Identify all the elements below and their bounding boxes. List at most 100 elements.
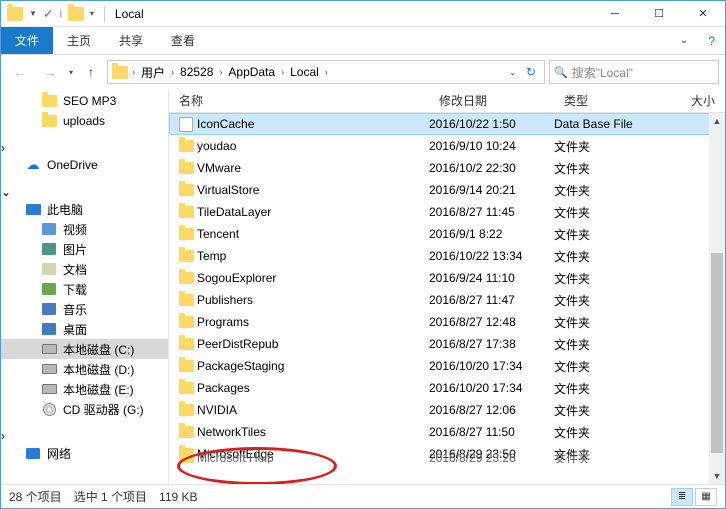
search-placeholder: 搜索"Local"	[572, 64, 633, 81]
file-row[interactable]: TileDataLayer2016/8/27 11:45文件夹	[169, 201, 725, 223]
qat-dropdown-icon[interactable]: ▼	[29, 9, 37, 18]
scroll-thumb[interactable]	[711, 253, 723, 453]
maximize-button[interactable]: ☐	[637, 1, 681, 27]
onedrive-icon: ☁	[25, 158, 41, 172]
view-icons-button[interactable]: ▦	[695, 488, 717, 506]
sidebar-item-pictures[interactable]: 图片	[1, 239, 168, 259]
column-size[interactable]: 大小	[664, 92, 725, 109]
address-bar[interactable]: › 用户 › 82528 › AppData › Local › ⌄ ↻	[107, 60, 545, 84]
file-type: 文件夹	[554, 160, 664, 177]
tab-home[interactable]: 主页	[53, 27, 105, 54]
close-button[interactable]: ✕	[681, 1, 725, 27]
minimize-button[interactable]: ─	[593, 1, 637, 27]
status-size: 119 KB	[159, 490, 197, 504]
folder-icon	[42, 95, 57, 107]
breadcrumb[interactable]: Local	[286, 65, 323, 79]
refresh-icon[interactable]: ↻	[522, 65, 540, 79]
forward-button[interactable]: →	[37, 59, 63, 85]
sidebar-item-desktop[interactable]: 桌面	[1, 319, 168, 339]
column-name[interactable]: 名称	[169, 92, 429, 109]
collapse-icon[interactable]: ⌄	[1, 185, 11, 199]
file-row[interactable]: NetworkTiles2016/8/27 11:50文件夹	[169, 421, 725, 443]
breadcrumb[interactable]: 82528	[176, 65, 217, 79]
sidebar-item-thispc[interactable]: 此电脑	[1, 199, 168, 219]
file-row[interactable]: Tencent2016/9/1 8:22文件夹	[169, 223, 725, 245]
sidebar-item-onedrive[interactable]: ☁OneDrive	[1, 155, 168, 175]
file-row[interactable]: Packages2016/10/20 17:34文件夹	[169, 377, 725, 399]
file-name: Tencent	[197, 227, 429, 241]
file-row[interactable]: Programs2016/8/27 12:48文件夹	[169, 311, 725, 333]
sidebar-item-network[interactable]: 网络	[1, 443, 168, 463]
app-icon	[7, 7, 23, 21]
sidebar-item-seo[interactable]: SEO MP3	[1, 91, 168, 111]
sidebar-item-music[interactable]: 音乐	[1, 299, 168, 319]
chevron-right-icon[interactable]: ›	[325, 67, 328, 77]
sidebar-item-drive-e[interactable]: 本地磁盘 (E:)	[1, 379, 168, 399]
chevron-right-icon[interactable]: ›	[132, 67, 135, 77]
file-type: 文件夹	[554, 182, 664, 199]
search-input[interactable]: 🔍 搜索"Local"	[549, 60, 719, 84]
file-row[interactable]: NVIDIA2016/8/27 12:06文件夹	[169, 399, 725, 421]
file-row[interactable]: Temp2016/10/22 13:34文件夹	[169, 245, 725, 267]
file-name: VMware	[197, 161, 429, 175]
file-icon	[179, 117, 193, 132]
chevron-right-icon[interactable]: ›	[281, 67, 284, 77]
chevron-right-icon[interactable]: ›	[219, 67, 222, 77]
scrollbar[interactable]: ▲ ▼	[709, 113, 725, 484]
chevron-right-icon[interactable]: ›	[171, 67, 174, 77]
sidebar-item-video[interactable]: 视频	[1, 219, 168, 239]
qat-check-icon[interactable]: ✓	[43, 6, 54, 22]
column-type[interactable]: 类型	[554, 92, 664, 109]
folder-icon	[179, 250, 194, 262]
sidebar-item-documents[interactable]: 文档	[1, 259, 168, 279]
file-row[interactable]: Publishers2016/8/27 11:47文件夹	[169, 289, 725, 311]
file-type: 文件夹	[554, 292, 664, 309]
qat-chevron-icon[interactable]: ▾	[90, 9, 94, 18]
address-folder-icon	[112, 66, 128, 79]
tab-file[interactable]: 文件	[1, 27, 53, 54]
file-date: 2016/10/20 17:34	[429, 359, 554, 373]
sidebar-item-cd[interactable]: CD 驱动器 (G:)	[1, 399, 168, 419]
view-details-button[interactable]: ≣	[671, 488, 693, 506]
history-dropdown-icon[interactable]: ▾	[67, 68, 75, 77]
file-list[interactable]: IconCache2016/10/22 1:50Data Base Fileyo…	[169, 113, 725, 484]
file-type: 文件夹	[554, 336, 664, 353]
tab-view[interactable]: 查看	[157, 27, 209, 54]
scroll-up-icon[interactable]: ▲	[709, 113, 725, 129]
sidebar-item-drive-c[interactable]: 本地磁盘 (C:)	[1, 339, 168, 359]
file-row[interactable]: SogouExplorer2016/9/24 11:10文件夹	[169, 267, 725, 289]
breadcrumb[interactable]: 用户	[137, 64, 169, 81]
file-row[interactable]: Microsoft Help2016/8/29 23:26文件夹	[169, 453, 725, 463]
downloads-icon	[42, 283, 56, 295]
scroll-down-icon[interactable]: ▼	[709, 468, 725, 484]
status-count: 28 个项目	[9, 488, 62, 505]
expand-icon[interactable]: ›	[1, 141, 5, 155]
ribbon-tabs: 文件 主页 共享 查看 ⌄ ?	[1, 27, 725, 55]
qat-folder-icon[interactable]	[68, 7, 84, 21]
address-dropdown-icon[interactable]: ⌄	[505, 68, 520, 77]
folder-icon	[179, 228, 194, 240]
file-row[interactable]: VMware2016/10/2 22:30文件夹	[169, 157, 725, 179]
expand-icon[interactable]: ›	[1, 429, 5, 443]
breadcrumb[interactable]: AppData	[224, 65, 279, 79]
sidebar-item-downloads[interactable]: 下载	[1, 279, 168, 299]
ribbon-expand-icon[interactable]: ⌄	[670, 35, 698, 46]
file-row[interactable]: IconCache2016/10/22 1:50Data Base File	[169, 113, 725, 135]
file-row[interactable]: VirtualStore2016/9/14 20:21文件夹	[169, 179, 725, 201]
up-button[interactable]: ↑	[79, 60, 103, 84]
help-icon[interactable]: ?	[698, 34, 725, 48]
file-row[interactable]: PeerDistRepub2016/8/27 17:38文件夹	[169, 333, 725, 355]
documents-icon	[42, 263, 56, 275]
tab-share[interactable]: 共享	[105, 27, 157, 54]
file-date: 2016/8/29 23:26	[429, 453, 554, 463]
file-type: 文件夹	[554, 226, 664, 243]
qat-sep-icon: |	[60, 9, 62, 18]
file-row[interactable]: youdao2016/9/10 10:24文件夹	[169, 135, 725, 157]
column-date[interactable]: 修改日期	[429, 92, 554, 109]
file-row[interactable]: PackageStaging2016/10/20 17:34文件夹	[169, 355, 725, 377]
sidebar-item-drive-d[interactable]: 本地磁盘 (D:)	[1, 359, 168, 379]
file-date: 2016/8/27 12:06	[429, 403, 554, 417]
back-button[interactable]: ←	[7, 59, 33, 85]
file-date: 2016/9/24 11:10	[429, 271, 554, 285]
sidebar-item-uploads[interactable]: uploads	[1, 111, 168, 131]
